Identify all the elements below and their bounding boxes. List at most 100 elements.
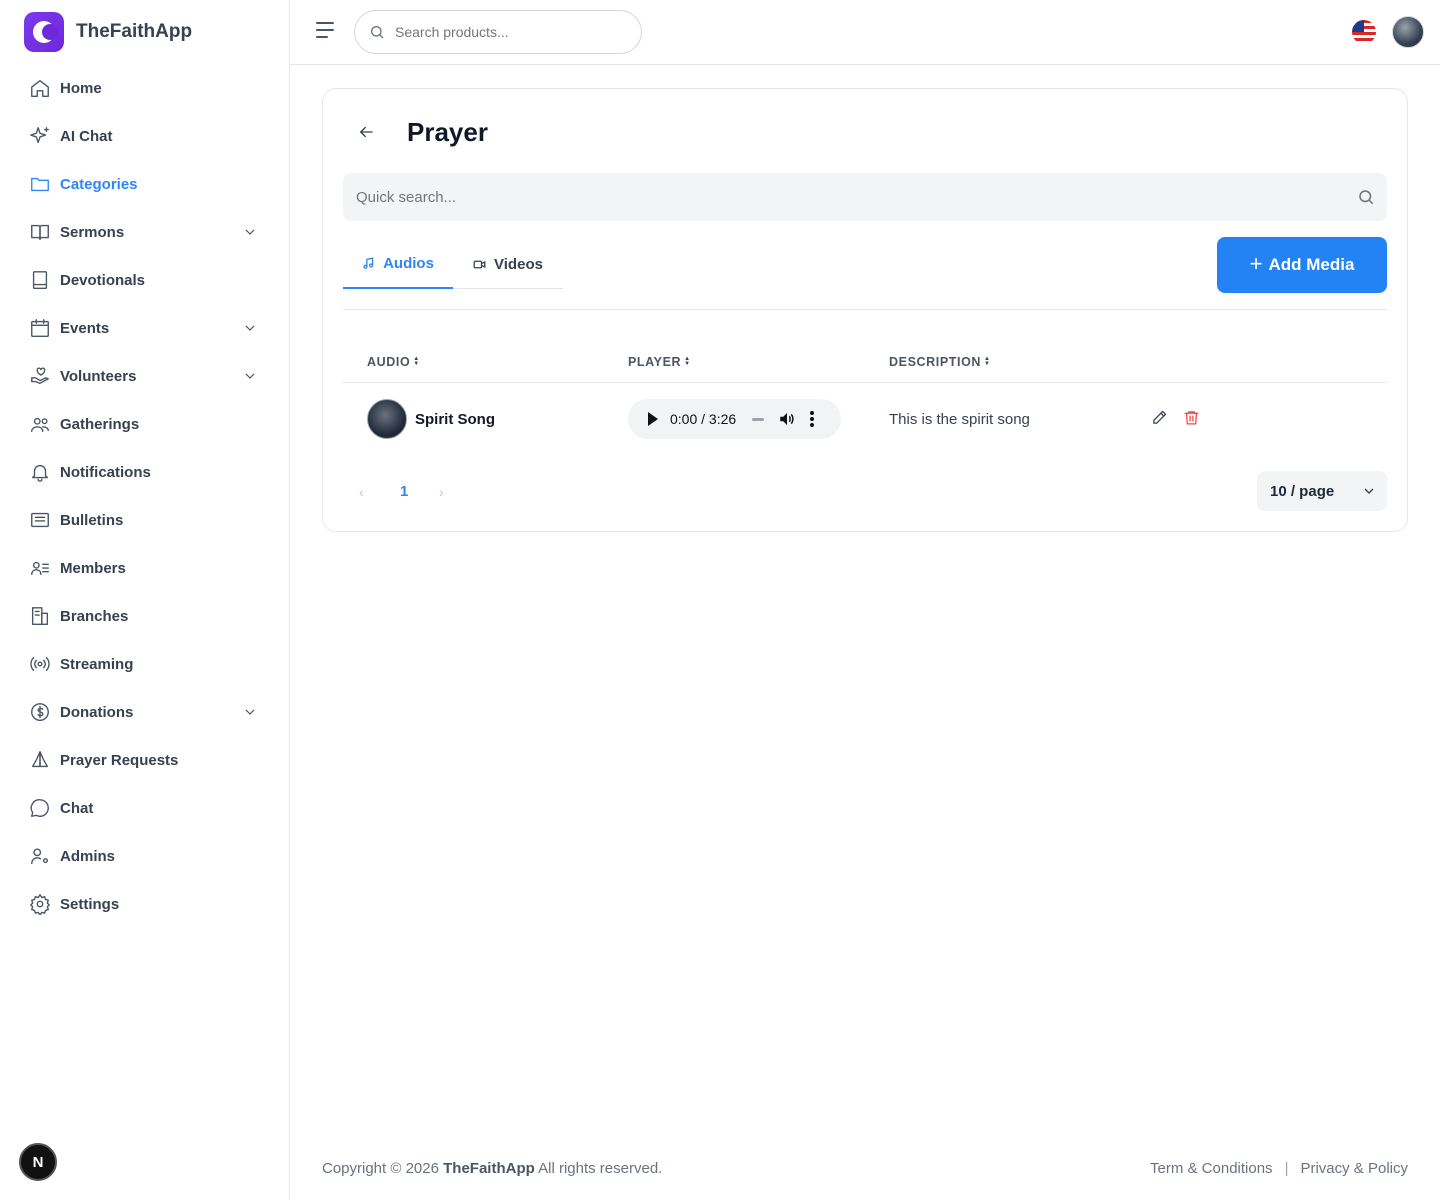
sort-icon: ▲ ▼ bbox=[684, 356, 691, 367]
sidebar-item-chat[interactable]: Chat bbox=[24, 784, 268, 832]
sidebar-item-label: Events bbox=[60, 319, 110, 337]
player-progress-bar[interactable] bbox=[752, 417, 765, 421]
audio-title: Spirit Song bbox=[415, 411, 495, 428]
next-page-icon[interactable]: › bbox=[439, 484, 444, 500]
play-icon[interactable] bbox=[648, 412, 658, 426]
quick-search[interactable] bbox=[343, 173, 1387, 221]
sidebar-item-bulletins[interactable]: Bulletins bbox=[24, 496, 268, 544]
chevron-down-icon[interactable] bbox=[242, 320, 258, 336]
search-icon bbox=[371, 26, 384, 39]
copyright: Copyright © 2026 TheFaithApp All rights … bbox=[322, 1160, 662, 1177]
copyright-prefix: Copyright © 2026 bbox=[322, 1160, 439, 1177]
quick-search-input[interactable] bbox=[356, 173, 1336, 221]
edit-pencil-icon[interactable] bbox=[1151, 409, 1169, 427]
tab-audios[interactable]: Audios bbox=[343, 239, 453, 289]
sidebar-item-label: Branches bbox=[60, 607, 129, 625]
book-open-icon bbox=[28, 220, 52, 244]
sidebar-item-notifications[interactable]: Notifications bbox=[24, 448, 268, 496]
sidebar-item-donations[interactable]: Donations bbox=[24, 688, 268, 736]
sidebar-item-events[interactable]: Events bbox=[24, 304, 268, 352]
chevron-down-icon[interactable] bbox=[242, 368, 258, 384]
volume-icon[interactable] bbox=[778, 410, 796, 428]
sidebar-item-label: Streaming bbox=[60, 655, 134, 673]
tab-videos-label: Videos bbox=[494, 255, 543, 273]
column-header-description[interactable]: DESCRIPTION ▲ ▼ bbox=[889, 355, 991, 369]
table-header: AUDIO ▲ ▼ PLAYER ▲ ▼ DESCRIPTION ▲ ▼ bbox=[343, 341, 1387, 383]
sidebar-item-label: Prayer Requests bbox=[60, 751, 179, 769]
us-flag-icon[interactable] bbox=[1352, 20, 1376, 44]
chat-bubble-icon bbox=[28, 796, 52, 820]
page-number[interactable]: 1 bbox=[400, 483, 408, 500]
sidebar-item-label: Donations bbox=[60, 703, 134, 721]
sidebar-item-home[interactable]: Home bbox=[24, 64, 268, 112]
column-header-audio[interactable]: AUDIO ▲ ▼ bbox=[367, 355, 420, 369]
player-time: 0:00 / 3:26 bbox=[670, 411, 737, 427]
sidebar-item-admins[interactable]: Admins bbox=[24, 832, 268, 880]
sidebar-item-label: Members bbox=[60, 559, 126, 577]
product-search[interactable] bbox=[354, 10, 642, 54]
brand[interactable]: TheFaithApp bbox=[24, 12, 192, 52]
sidebar: TheFaithApp Home AI Chat Categories Sermons… bbox=[0, 0, 290, 1200]
sidebar-item-gatherings[interactable]: Gatherings bbox=[24, 400, 268, 448]
column-header-player[interactable]: PLAYER ▲ ▼ bbox=[628, 355, 691, 369]
sidebar-item-label: Admins bbox=[60, 847, 116, 865]
sidebar-item-settings[interactable]: Settings bbox=[24, 880, 268, 928]
menu-toggle-icon[interactable] bbox=[316, 22, 336, 42]
home-icon bbox=[28, 76, 52, 100]
page-title: Prayer bbox=[407, 117, 488, 147]
pagination: ‹ 1 › 10 / page bbox=[343, 471, 1387, 513]
brand-name: TheFaithApp bbox=[76, 21, 193, 42]
dollar-circle-icon bbox=[28, 700, 52, 724]
sidebar-item-label: Gatherings bbox=[60, 415, 140, 433]
sidebar-item-categories[interactable]: Categories bbox=[24, 160, 268, 208]
music-note-icon bbox=[363, 256, 374, 269]
page-size-select[interactable]: 10 / page bbox=[1257, 471, 1387, 511]
sidebar-item-label: Sermons bbox=[60, 223, 125, 241]
tab-videos[interactable]: Videos bbox=[453, 239, 563, 289]
chevron-down-icon[interactable] bbox=[242, 704, 258, 720]
sidebar-item-sermons[interactable]: Sermons bbox=[24, 208, 268, 256]
delete-trash-icon[interactable] bbox=[1183, 409, 1201, 427]
sidebar-item-label: Notifications bbox=[60, 463, 151, 481]
search-icon[interactable] bbox=[1357, 188, 1375, 206]
broadcast-icon bbox=[28, 652, 52, 676]
hand-heart-icon bbox=[28, 364, 52, 388]
footer-links: Term & Conditions | Privacy & Policy bbox=[1150, 1160, 1408, 1177]
newspaper-icon bbox=[28, 508, 52, 532]
privacy-link[interactable]: Privacy & Policy bbox=[1300, 1160, 1408, 1177]
chevron-down-icon bbox=[1364, 488, 1374, 494]
divider bbox=[343, 309, 1387, 310]
add-media-button[interactable]: + Add Media bbox=[1217, 237, 1387, 293]
sidebar-item-label: Categories bbox=[60, 175, 138, 193]
building-icon bbox=[28, 604, 52, 628]
sidebar-item-label: Bulletins bbox=[60, 511, 124, 529]
sidebar-item-volunteers[interactable]: Volunteers bbox=[24, 352, 268, 400]
sort-icon: ▲ ▼ bbox=[984, 356, 991, 367]
terms-link[interactable]: Term & Conditions bbox=[1150, 1160, 1273, 1177]
user-cog-icon bbox=[28, 844, 52, 868]
audio-thumbnail bbox=[367, 399, 407, 439]
framework-badge[interactable]: N bbox=[19, 1143, 57, 1181]
sidebar-item-streaming[interactable]: Streaming bbox=[24, 640, 268, 688]
user-avatar[interactable] bbox=[1392, 16, 1424, 48]
sparkles-icon bbox=[28, 124, 52, 148]
user-list-icon bbox=[28, 556, 52, 580]
prev-page-icon[interactable]: ‹ bbox=[359, 484, 364, 500]
footer-separator: | bbox=[1284, 1160, 1289, 1177]
sidebar-item-ai-chat[interactable]: AI Chat bbox=[24, 112, 268, 160]
audio-description: This is the spirit song bbox=[889, 411, 1030, 428]
sidebar-item-label: Volunteers bbox=[60, 367, 137, 385]
chevron-down-icon[interactable] bbox=[242, 224, 258, 240]
product-search-input[interactable] bbox=[395, 24, 625, 40]
back-arrow-icon[interactable] bbox=[357, 123, 377, 143]
brand-logo-icon bbox=[24, 12, 64, 52]
sidebar-item-branches[interactable]: Branches bbox=[24, 592, 268, 640]
copyright-brand: TheFaithApp bbox=[443, 1160, 535, 1177]
media-tabs: Audios Videos bbox=[343, 239, 563, 289]
gear-icon bbox=[28, 892, 52, 916]
sidebar-item-members[interactable]: Members bbox=[24, 544, 268, 592]
sort-icon: ▲ ▼ bbox=[413, 356, 420, 367]
more-options-icon[interactable] bbox=[810, 411, 815, 427]
sidebar-item-prayer-requests[interactable]: Prayer Requests bbox=[24, 736, 268, 784]
sidebar-item-devotionals[interactable]: Devotionals bbox=[24, 256, 268, 304]
